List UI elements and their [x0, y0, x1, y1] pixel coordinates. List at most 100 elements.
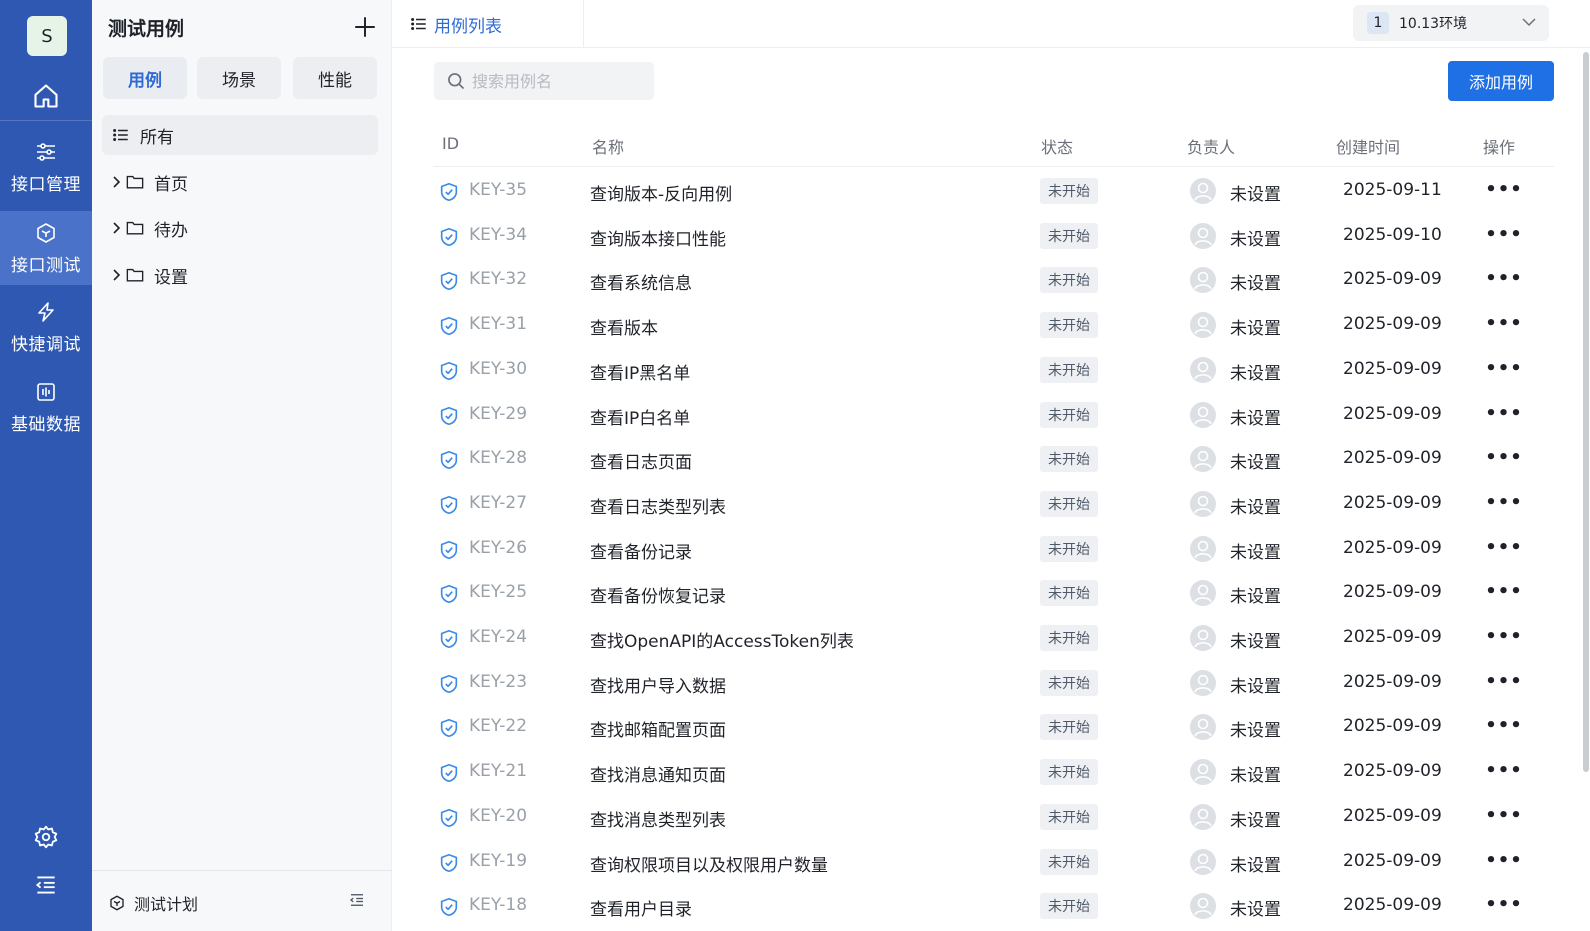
segment-performance[interactable]: 性能 — [293, 57, 377, 99]
case-name[interactable]: 查找邮箱配置页面 — [590, 716, 726, 741]
case-name[interactable]: 查询版本-反向用例 — [590, 180, 732, 205]
tree-folder-todo[interactable]: 待办 — [110, 213, 188, 243]
avatar — [1190, 625, 1216, 651]
home-button[interactable] — [0, 82, 92, 112]
more-actions-icon[interactable]: ••• — [1485, 488, 1522, 516]
nav-rail: S 接口管理 接口测试 快捷调试 基础数据 — [0, 0, 92, 931]
created-date: 2025-09-09 — [1343, 761, 1442, 781]
owner-name: 未设置 — [1230, 900, 1281, 920]
table-row[interactable]: KEY-29 查看IP白名单 未开始 未设置 2025-09-09 ••• — [433, 393, 1554, 438]
case-name[interactable]: 查看用户目录 — [590, 895, 692, 920]
rail-item-api-testing[interactable]: 接口测试 — [0, 211, 92, 285]
chevron-right-icon[interactable] — [110, 175, 124, 189]
more-actions-icon[interactable]: ••• — [1485, 220, 1522, 248]
case-name[interactable]: 查询版本接口性能 — [590, 225, 726, 250]
test-plan-label: 测试计划 — [134, 895, 199, 914]
segment-cases[interactable]: 用例 — [103, 57, 187, 99]
status-badge: 未开始 — [1040, 625, 1098, 651]
rail-item-quick-debug[interactable]: 快捷调试 — [0, 292, 92, 366]
created-date: 2025-09-09 — [1343, 359, 1442, 379]
table-row[interactable]: KEY-18 查看用户目录 未开始 未设置 2025-09-09 ••• — [433, 884, 1554, 929]
add-case-button[interactable]: 添加用例 — [1448, 61, 1554, 101]
tree-folder-settings[interactable]: 设置 — [110, 260, 188, 290]
tree-item-all[interactable]: 所有 — [102, 115, 378, 155]
table-row[interactable]: KEY-35 查询版本-反向用例 未开始 未设置 2025-09-11 ••• — [433, 169, 1554, 214]
case-name[interactable]: 查看IP白名单 — [590, 404, 690, 429]
more-actions-icon[interactable]: ••• — [1485, 533, 1522, 561]
case-name[interactable]: 查找消息类型列表 — [590, 806, 726, 831]
rail-item-api-management[interactable]: 接口管理 — [0, 130, 92, 210]
table-row[interactable]: KEY-27 查看日志类型列表 未开始 未设置 2025-09-09 ••• — [433, 482, 1554, 527]
table-row[interactable]: KEY-28 查看日志页面 未开始 未设置 2025-09-09 ••• — [433, 437, 1554, 482]
rail-item-base-data[interactable]: 基础数据 — [0, 372, 92, 446]
environment-select[interactable]: 1 10.13环境 — [1353, 5, 1549, 41]
case-name[interactable]: 查看日志类型列表 — [590, 493, 726, 518]
status-badge: 未开始 — [1040, 491, 1098, 517]
case-name[interactable]: 查找OpenAPI的AccessToken列表 — [590, 627, 854, 652]
table-row[interactable]: KEY-22 查找邮箱配置页面 未开始 未设置 2025-09-09 ••• — [433, 705, 1554, 750]
case-name[interactable]: 查看IP黑名单 — [590, 359, 690, 384]
table-row[interactable]: KEY-26 查看备份记录 未开始 未设置 2025-09-09 ••• — [433, 527, 1554, 572]
chevron-right-icon[interactable] — [110, 221, 124, 235]
case-name[interactable]: 查询权限项目以及权限用户数量 — [590, 851, 828, 876]
case-name[interactable]: 查看备份记录 — [590, 538, 692, 563]
table-row[interactable]: KEY-20 查找消息类型列表 未开始 未设置 2025-09-09 ••• — [433, 795, 1554, 840]
collapse-menu-button[interactable] — [0, 872, 92, 900]
settings-button[interactable] — [0, 824, 92, 852]
shield-check-icon — [440, 316, 458, 336]
search-input[interactable] — [472, 71, 647, 91]
more-actions-icon[interactable]: ••• — [1485, 175, 1522, 203]
more-actions-icon[interactable]: ••• — [1485, 890, 1522, 918]
table-row[interactable]: KEY-30 查看IP黑名单 未开始 未设置 2025-09-09 ••• — [433, 348, 1554, 393]
more-actions-icon[interactable]: ••• — [1485, 846, 1522, 874]
tree-folder-home[interactable]: 首页 — [110, 167, 188, 197]
more-actions-icon[interactable]: ••• — [1485, 756, 1522, 784]
sidebar-title: 测试用例 — [108, 18, 185, 40]
segment-scenes[interactable]: 场景 — [197, 57, 281, 99]
plus-icon[interactable] — [352, 14, 378, 40]
rail-item-label: 快捷调试 — [11, 335, 81, 355]
case-id: KEY-25 — [469, 582, 528, 602]
status-badge: 未开始 — [1040, 357, 1098, 383]
owner-name: 未设置 — [1230, 498, 1281, 518]
workspace-avatar[interactable]: S — [27, 16, 67, 56]
table-row[interactable]: KEY-25 查看备份恢复记录 未开始 未设置 2025-09-09 ••• — [433, 571, 1554, 616]
created-date: 2025-09-09 — [1343, 672, 1442, 692]
status-badge: 未开始 — [1040, 714, 1098, 740]
more-actions-icon[interactable]: ••• — [1485, 309, 1522, 337]
case-name[interactable]: 查找用户导入数据 — [590, 672, 726, 697]
shield-check-icon — [440, 629, 458, 649]
more-actions-icon[interactable]: ••• — [1485, 577, 1522, 605]
table-row[interactable]: KEY-23 查找用户导入数据 未开始 未设置 2025-09-09 ••• — [433, 661, 1554, 706]
case-name[interactable]: 查看备份恢复记录 — [590, 582, 726, 607]
search-box — [434, 62, 654, 100]
owner-name: 未设置 — [1230, 587, 1281, 607]
owner-name: 未设置 — [1230, 185, 1281, 205]
more-actions-icon[interactable]: ••• — [1485, 264, 1522, 292]
shield-check-icon — [440, 406, 458, 426]
scrollbar[interactable] — [1583, 52, 1589, 772]
tab-case-list[interactable]: 用例列表 — [392, 0, 584, 48]
table-row[interactable]: KEY-24 查找OpenAPI的AccessToken列表 未开始 未设置 2025-… — [433, 616, 1554, 661]
table-row[interactable]: KEY-32 查看系统信息 未开始 未设置 2025-09-09 ••• — [433, 258, 1554, 303]
more-actions-icon[interactable]: ••• — [1485, 711, 1522, 739]
case-name[interactable]: 查找消息通知页面 — [590, 761, 726, 786]
case-id: KEY-20 — [469, 806, 528, 826]
case-name[interactable]: 查看日志页面 — [590, 448, 692, 473]
collapse-sidebar-icon[interactable] — [348, 891, 366, 909]
more-actions-icon[interactable]: ••• — [1485, 399, 1522, 427]
chevron-right-icon[interactable] — [110, 268, 124, 282]
more-actions-icon[interactable]: ••• — [1485, 801, 1522, 829]
case-name[interactable]: 查看系统信息 — [590, 269, 692, 294]
more-actions-icon[interactable]: ••• — [1485, 622, 1522, 650]
more-actions-icon[interactable]: ••• — [1485, 443, 1522, 471]
case-name[interactable]: 查看版本 — [590, 314, 658, 339]
table-row[interactable]: KEY-31 查看版本 未开始 未设置 2025-09-09 ••• — [433, 303, 1554, 348]
more-actions-icon[interactable]: ••• — [1485, 354, 1522, 382]
more-actions-icon[interactable]: ••• — [1485, 667, 1522, 695]
test-plan-link[interactable]: 测试计划 — [108, 891, 198, 915]
table-row[interactable]: KEY-34 查询版本接口性能 未开始 未设置 2025-09-10 ••• — [433, 214, 1554, 259]
table-row[interactable]: KEY-19 查询权限项目以及权限用户数量 未开始 未设置 2025-09-09 ••• — [433, 840, 1554, 885]
table-row[interactable]: KEY-21 查找消息通知页面 未开始 未设置 2025-09-09 ••• — [433, 750, 1554, 795]
avatar — [1190, 178, 1216, 204]
